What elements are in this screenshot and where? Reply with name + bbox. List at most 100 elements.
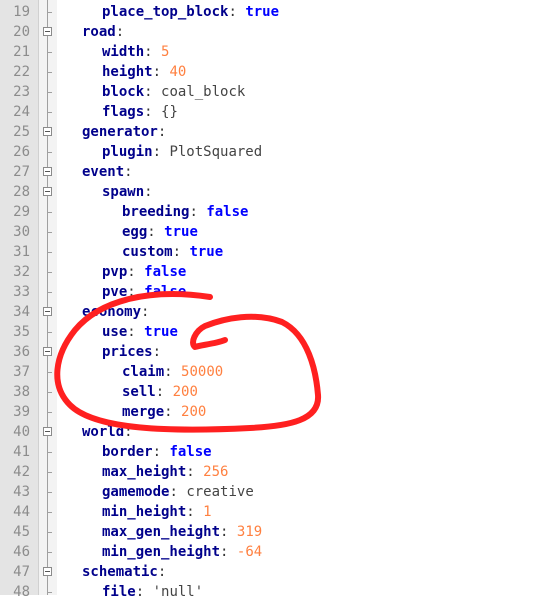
code-line[interactable]: 25 generator: [0,122,549,142]
code-line[interactable]: 31 custom: true [0,242,549,262]
code-editor[interactable]: 19 place_top_block: true 20 road: 21 width: 5… [0,0,549,600]
yaml-colon: : [147,224,156,240]
line-number: 43 [13,484,30,500]
fold-toggle-icon[interactable] [43,307,52,316]
fold-toggle-icon[interactable] [43,187,52,196]
fold-toggle-icon[interactable] [43,167,52,176]
code-line[interactable]: 38 sell: 200 [0,382,549,402]
yaml-value: false [206,204,249,220]
yaml-colon: : [172,244,182,260]
line-number: 21 [13,44,30,60]
code-text: generator: [82,122,166,142]
fold-toggle-icon[interactable] [43,567,52,576]
code-line[interactable]: 35 use: true [0,322,549,342]
yaml-colon: : [152,344,162,360]
yaml-value: false [144,284,187,300]
code-line[interactable]: 41 border: false [0,442,549,462]
yaml-colon: : [144,84,153,100]
code-line[interactable]: 26 plugin: PlotSquared [0,142,549,162]
code-text: use: true [102,322,178,342]
code-text: event: [82,162,133,182]
line-number: 30 [13,224,30,240]
yaml-key: width [102,44,145,60]
yaml-colon: : [189,204,198,220]
code-line[interactable]: 23 block: coal_block [0,82,549,102]
code-text: min_height: 1 [102,502,212,522]
yaml-value: true [245,4,280,20]
code-line[interactable]: 21 width: 5 [0,42,549,62]
yaml-key: block [102,84,145,100]
code-line[interactable]: 33 pve: false [0,282,549,302]
code-line[interactable]: 22 height: 40 [0,62,549,82]
code-line[interactable]: 37 claim: 50000 [0,362,549,382]
code-line[interactable]: 42 max_height: 256 [0,462,549,482]
code-text: custom: true [122,242,223,262]
code-text: flags: {} [102,102,178,122]
code-line[interactable]: 19 place_top_block: true [0,2,549,22]
line-number: 42 [13,464,30,480]
code-text: min_gen_height: -64 [102,542,262,562]
fold-guide-tick [47,112,52,113]
yaml-value: creative [186,484,254,500]
code-line[interactable]: 28 spawn: [0,182,549,202]
fold-toggle-icon[interactable] [43,127,52,136]
code-text: sell: 200 [122,382,198,402]
code-text: height: 40 [102,62,186,82]
yaml-key: custom [122,244,173,260]
line-number: 27 [13,164,30,180]
yaml-value: false [144,264,187,280]
code-line[interactable]: 32 pvp: false [0,262,549,282]
yaml-colon: : [115,24,125,40]
fold-guide-tick [47,472,52,473]
yaml-colon: : [124,424,133,440]
code-line[interactable]: 20 road: [0,22,549,42]
fold-toggle-icon[interactable] [43,427,52,436]
code-line[interactable]: 39 merge: 200 [0,402,549,422]
code-line[interactable]: 36 prices: [0,342,549,362]
code-line[interactable]: 47 schematic: [0,562,549,582]
line-number: 20 [13,24,30,40]
code-line[interactable]: 43 gamemode: creative [0,482,549,502]
code-line[interactable]: 30 egg: true [0,222,549,242]
code-text: place_top_block: true [102,2,279,22]
code-line[interactable]: 46 min_gen_height: -64 [0,542,549,562]
fold-guide-tick [47,12,52,13]
yaml-key: world [82,424,125,440]
code-line[interactable]: 40 world: [0,422,549,442]
yaml-key: merge [122,404,165,420]
yaml-colon: : [186,464,195,480]
yaml-key: road [82,24,116,40]
code-line[interactable]: 24 flags: {} [0,102,549,122]
yaml-key: sell [122,384,156,400]
yaml-key: spawn [102,184,145,200]
yaml-colon: : [228,4,237,20]
yaml-value: coal_block [161,84,246,100]
yaml-key: max_height [102,464,187,480]
yaml-colon: : [152,64,162,80]
yaml-key: gamemode [102,484,170,500]
fold-guide-tick [47,292,52,293]
fold-guide-tick [47,512,52,513]
code-text: file: 'null' [102,582,203,602]
yaml-value: 200 [181,404,207,420]
fold-guide-tick [47,272,52,273]
yaml-value: 40 [169,64,187,80]
yaml-colon: : [220,544,229,560]
line-number: 39 [13,404,30,420]
yaml-value: 50000 [181,364,224,380]
yaml-colon: : [144,184,153,200]
line-number: 36 [13,344,30,360]
code-line[interactable]: 29 breeding: false [0,202,549,222]
code-line[interactable]: 34 economy: [0,302,549,322]
yaml-value: true [164,224,198,240]
code-line[interactable]: 44 min_height: 1 [0,502,549,522]
fold-toggle-icon[interactable] [43,347,52,356]
yaml-value: 256 [203,464,229,480]
line-number: 38 [13,384,30,400]
yaml-key: max_gen_height [102,524,221,540]
code-line[interactable]: 27 event: [0,162,549,182]
fold-toggle-icon[interactable] [43,27,52,36]
line-number: 47 [13,564,30,580]
code-line[interactable]: 48 file: 'null' [0,582,549,602]
code-line[interactable]: 45 max_gen_height: 319 [0,522,549,542]
